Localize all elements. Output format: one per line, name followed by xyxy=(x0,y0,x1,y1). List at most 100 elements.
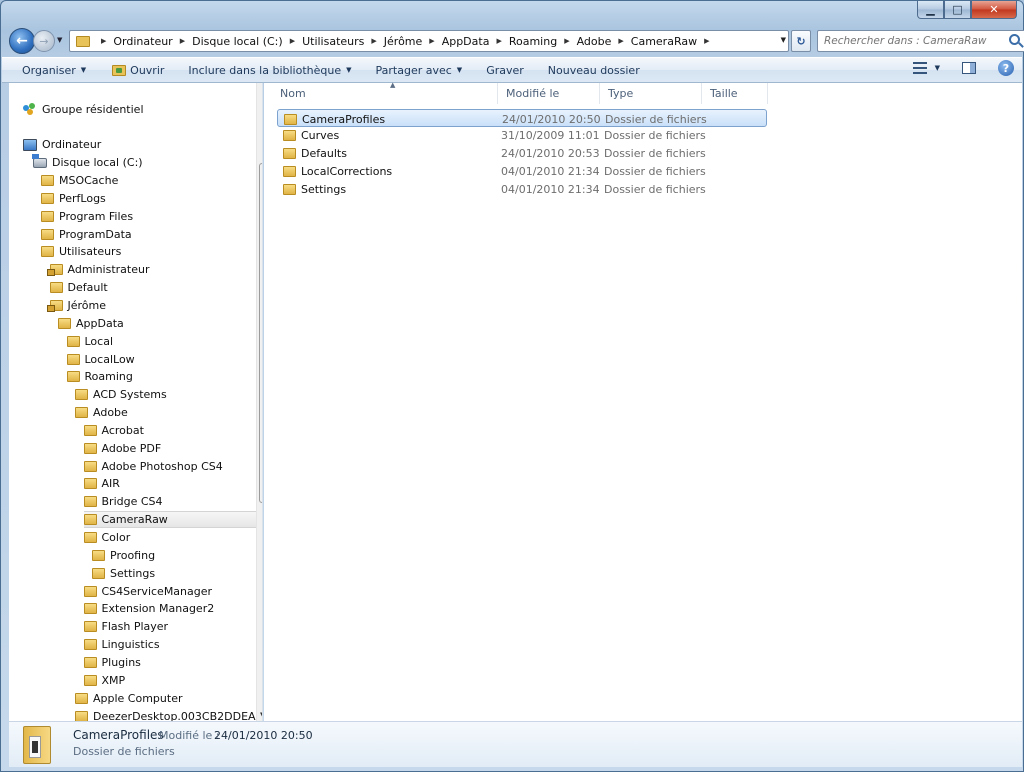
tree-item[interactable]: CS4ServiceManager xyxy=(83,583,263,600)
view-dropdown-icon[interactable]: ▼ xyxy=(935,64,940,72)
tree-item-label: PerfLogs xyxy=(59,191,106,205)
chevron-right-icon[interactable]: ▶ xyxy=(496,37,501,45)
folder-icon xyxy=(41,228,54,240)
refresh-button[interactable]: ↻ xyxy=(791,30,811,52)
tree-item-label: Proofing xyxy=(110,548,156,562)
column-header-modified[interactable]: Modifié le xyxy=(498,83,600,104)
tree-item[interactable]: Settings xyxy=(92,565,262,582)
scroll-down-icon[interactable]: ▼ xyxy=(260,711,262,719)
tree-item[interactable]: Flash Player xyxy=(83,618,263,635)
column-header-size[interactable]: Taille xyxy=(702,83,768,104)
forward-button[interactable]: → xyxy=(33,30,55,52)
folder-icon xyxy=(92,549,105,561)
tree-item[interactable]: Proofing xyxy=(92,547,262,564)
navigation-scrollbar[interactable]: ≡ ▼ xyxy=(256,83,262,721)
breadcrumb-item[interactable]: Jérôme xyxy=(384,35,423,48)
chevron-down-icon: ▼ xyxy=(80,66,87,74)
scroll-thumb[interactable]: ≡ xyxy=(259,163,262,503)
chevron-right-icon[interactable]: ▶ xyxy=(429,37,434,45)
tree-item[interactable]: PerfLogs xyxy=(41,190,262,207)
chevron-right-icon[interactable]: ▶ xyxy=(564,37,569,45)
folder-icon xyxy=(83,674,97,686)
tree-item[interactable]: Color xyxy=(83,529,263,546)
tree-item[interactable]: Jérôme xyxy=(46,297,263,314)
tree-item[interactable]: ACD Systems xyxy=(75,386,262,403)
file-type: Dossier de fichiers xyxy=(605,112,707,126)
file-row[interactable]: Defaults 24/01/2010 20:53 Dossier de fichi… xyxy=(277,145,767,163)
back-button[interactable]: ← xyxy=(9,28,35,54)
help-icon[interactable]: ? xyxy=(998,60,1014,76)
folder-icon xyxy=(66,335,80,347)
include-library-button[interactable]: Inclure dans la bibliothèque ▼ xyxy=(180,59,359,81)
tree-item-label: Local xyxy=(84,334,114,348)
close-button[interactable]: ✕ xyxy=(971,1,1017,19)
breadcrumb-item[interactable]: Disque local (C:) xyxy=(192,35,283,48)
tree-item[interactable]: AIR xyxy=(83,475,263,492)
burn-button[interactable]: Graver xyxy=(478,59,532,81)
chevron-right-icon[interactable]: ▶ xyxy=(101,37,106,45)
tree-item[interactable]: LocalLow xyxy=(66,351,263,368)
tree-item[interactable]: DeezerDesktop.003CB2DDEA6AC0E xyxy=(75,708,262,721)
column-header-type[interactable]: Type xyxy=(600,83,702,104)
change-view-icon[interactable] xyxy=(912,62,927,74)
tree-item[interactable]: AppData xyxy=(58,315,262,332)
breadcrumb-item[interactable]: Adobe xyxy=(577,35,612,48)
tree-item[interactable]: Apple Computer xyxy=(75,690,262,707)
column-name-label: Nom xyxy=(280,87,306,100)
tree-item[interactable]: MSOCache xyxy=(41,172,262,189)
tree-item[interactable]: CameraRaw xyxy=(83,511,262,529)
search-input[interactable] xyxy=(818,31,998,51)
file-row[interactable]: CameraProfiles 24/01/2010 20:50 Dossier de… xyxy=(277,109,767,127)
breadcrumb-item[interactable]: AppData xyxy=(442,35,490,48)
tree-item[interactable]: Adobe PDF xyxy=(83,440,263,457)
share-with-button[interactable]: Partager avec ▼ xyxy=(368,59,471,81)
tree-item[interactable]: Plugins xyxy=(83,654,263,671)
folder-icon xyxy=(49,282,63,294)
chevron-right-icon[interactable]: ▶ xyxy=(180,37,185,45)
tree-item[interactable]: Adobe Photoshop CS4 xyxy=(83,458,263,475)
tree-item[interactable]: Default xyxy=(49,279,263,296)
tree-item-computer[interactable]: Ordinateur xyxy=(23,136,262,153)
tree-item-homegroup[interactable]: Groupe résidentiel xyxy=(23,101,262,118)
tree-item[interactable]: Program Files xyxy=(41,208,262,225)
tree-item[interactable]: Acrobat xyxy=(83,422,263,439)
folder-icon xyxy=(83,585,97,597)
breadcrumb-item[interactable]: Utilisateurs xyxy=(302,35,364,48)
column-header-name[interactable]: Nom ▲ xyxy=(272,81,498,104)
chevron-right-icon[interactable]: ▶ xyxy=(290,37,295,45)
tree-item[interactable]: ProgramData xyxy=(41,226,262,243)
minimize-button[interactable]: ▁ xyxy=(917,1,944,19)
address-bar[interactable]: ▶ Ordinateur ▶ Disque local (C:) ▶ Utilisa… xyxy=(69,30,789,52)
tree-item-local-disk[interactable]: Disque local (C:) xyxy=(32,153,262,171)
tree-item[interactable]: Roaming xyxy=(66,368,263,385)
file-row[interactable]: Curves 31/10/2009 11:01 Dossier de fichier… xyxy=(277,127,767,145)
breadcrumb-item[interactable]: Ordinateur xyxy=(113,35,172,48)
breadcrumb-item[interactable]: Roaming xyxy=(509,35,557,48)
folder-icon xyxy=(58,317,71,329)
chevron-right-icon[interactable]: ▶ xyxy=(371,37,376,45)
organiser-button[interactable]: Organiser ▼ xyxy=(14,59,94,81)
tree-item[interactable]: Utilisateurs xyxy=(41,243,262,260)
file-row[interactable]: Settings 04/01/2010 21:34 Dossier de fichi… xyxy=(277,181,767,199)
breadcrumb-item[interactable]: CameraRaw xyxy=(631,35,697,48)
file-row[interactable]: LocalCorrections 04/01/2010 21:34 Dossier … xyxy=(277,163,767,181)
folder-icon xyxy=(92,567,105,579)
address-dropdown-icon[interactable]: ▼ xyxy=(781,36,786,44)
tree-item[interactable]: Adobe xyxy=(75,404,262,421)
locked-folder-icon xyxy=(46,299,63,312)
open-button[interactable]: Ouvrir xyxy=(104,59,172,81)
new-folder-button[interactable]: Nouveau dossier xyxy=(540,59,648,81)
preview-pane-icon[interactable] xyxy=(962,62,976,74)
tree-item[interactable]: Local xyxy=(66,333,263,350)
tree-item[interactable]: Extension Manager2 xyxy=(83,600,263,617)
file-name: Settings xyxy=(301,183,347,197)
tree-item[interactable]: XMP xyxy=(83,672,263,689)
recent-pages-dropdown-icon[interactable]: ▼ xyxy=(57,36,62,44)
chevron-right-icon[interactable]: ▶ xyxy=(618,37,623,45)
tree-item[interactable]: Linguistics xyxy=(83,636,263,653)
chevron-right-icon[interactable]: ▶ xyxy=(704,37,709,45)
tree-item[interactable]: Administrateur xyxy=(46,261,263,278)
search-icon[interactable] xyxy=(1009,34,1020,45)
maximize-button[interactable]: □ xyxy=(944,1,971,19)
tree-item[interactable]: Bridge CS4 xyxy=(83,493,263,510)
